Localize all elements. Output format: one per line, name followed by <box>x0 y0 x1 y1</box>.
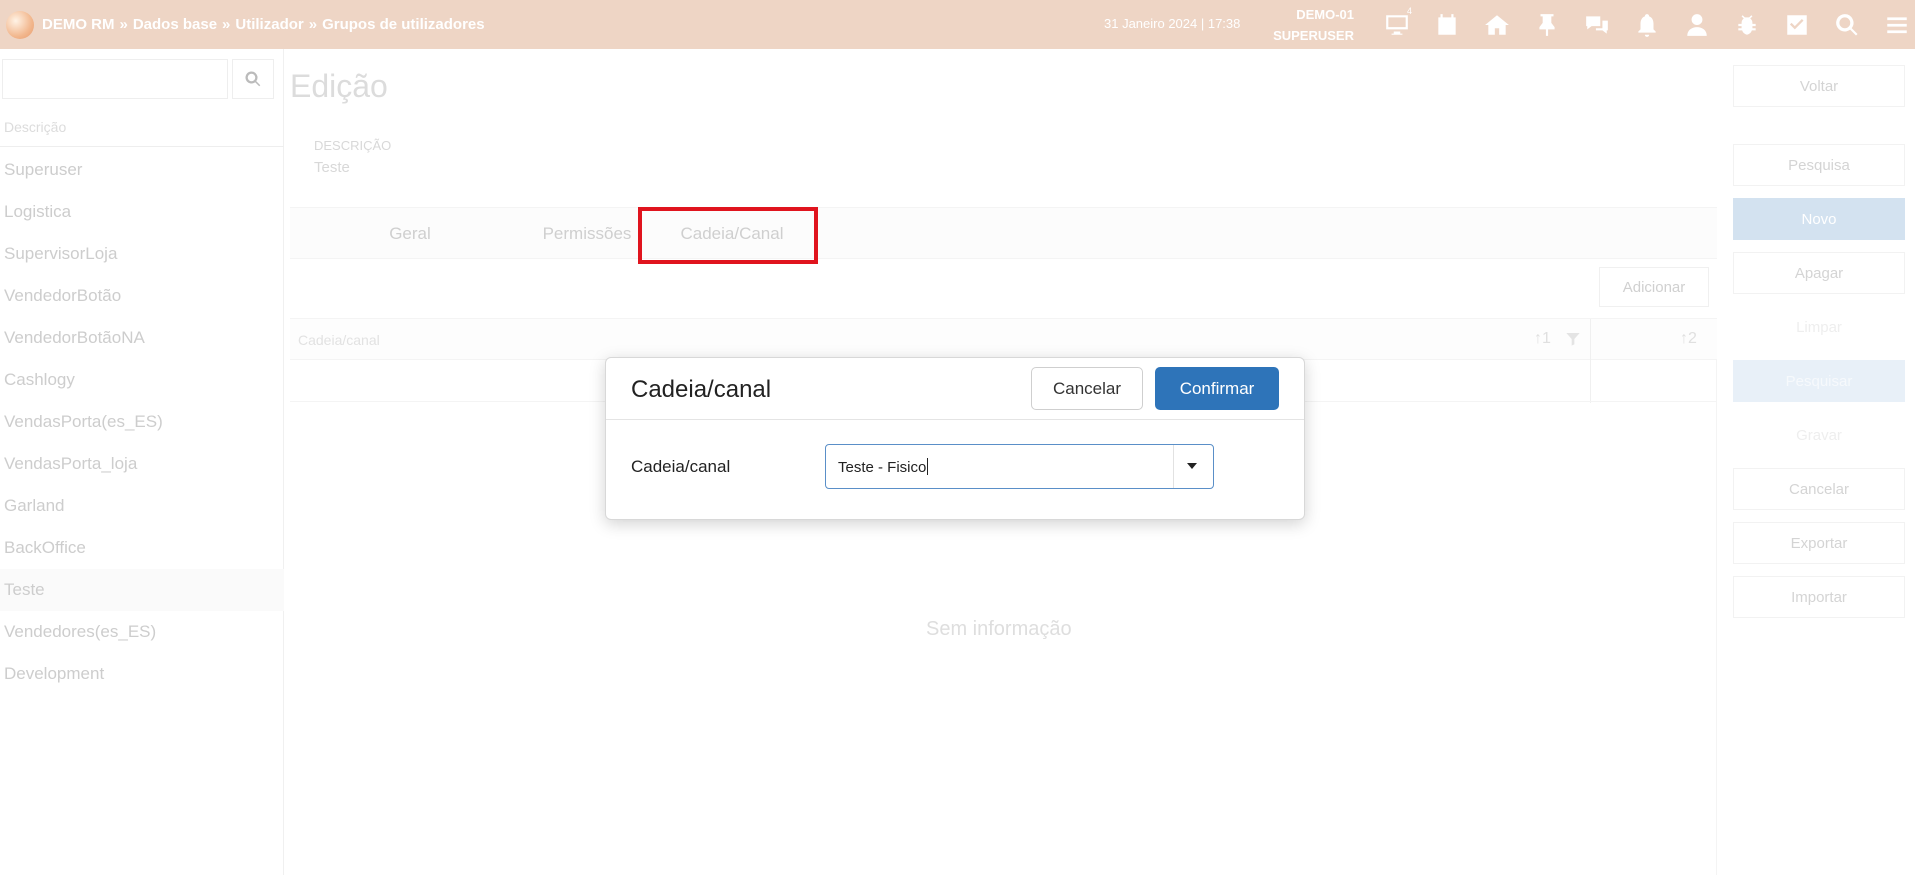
text-cursor <box>927 458 929 475</box>
grid-header: Cadeia/canal ↑1 ↑2 <box>290 318 1717 403</box>
toolbar-icons: 4 <box>1372 0 1915 49</box>
store-code: DEMO-01 <box>1296 7 1354 22</box>
grid-column-chain-channel[interactable]: Cadeia/canal <box>298 332 380 348</box>
breadcrumb-item-user-groups: Grupos de utilizadores <box>322 16 485 33</box>
bell-icon[interactable] <box>1622 0 1672 49</box>
session-info: DEMO-01 SUPERUSER <box>1262 4 1354 46</box>
sidebar-search-input[interactable] <box>2 59 228 99</box>
list-item[interactable]: Garland <box>0 485 284 527</box>
current-datetime: 31 Janeiro 2024 | 17:38 <box>1104 16 1241 31</box>
search-icon <box>245 71 261 87</box>
chain-channel-label: Cadeia/canal <box>631 457 731 476</box>
list-item[interactable]: BackOffice <box>0 527 284 569</box>
divider <box>0 146 284 147</box>
description-value: Teste <box>314 159 350 176</box>
breadcrumb-item-root[interactable]: DEMO RM <box>42 16 115 33</box>
tab-general[interactable]: Geral <box>330 208 490 260</box>
description-label: DESCRIÇÃO <box>314 138 392 153</box>
sidebar-search-button[interactable] <box>232 59 274 99</box>
breadcrumb-item-user[interactable]: Utilizador <box>235 16 303 33</box>
monitor-icon[interactable]: 4 <box>1372 0 1422 49</box>
menu-icon[interactable] <box>1872 0 1915 49</box>
list-item[interactable]: VendasPorta_loja <box>0 443 284 485</box>
import-button[interactable]: Importar <box>1733 576 1905 618</box>
add-button[interactable]: Adicionar <box>1599 267 1709 307</box>
clear-button[interactable]: Limpar <box>1733 306 1905 348</box>
breadcrumb-separator: » <box>119 16 128 33</box>
groups-sidebar: Descrição Superuser Logistica Supervisor… <box>0 49 284 875</box>
divider <box>1716 360 1717 875</box>
chain-channel-select[interactable]: Teste - Fisico <box>825 444 1214 489</box>
app-logo[interactable] <box>6 10 34 39</box>
bug-icon[interactable] <box>1722 0 1772 49</box>
sidebar-search <box>0 59 284 99</box>
search-mode-button[interactable]: Pesquisa <box>1733 144 1905 186</box>
breadcrumb-item-base-data[interactable]: Dados base <box>133 16 217 33</box>
delete-button[interactable]: Apagar <box>1733 252 1905 294</box>
list-item[interactable]: VendasPorta(es_ES) <box>0 401 284 443</box>
list-column-header[interactable]: Descrição <box>4 119 66 135</box>
sort-secondary-icon[interactable]: ↑2 <box>1680 330 1697 348</box>
page-title: Edição <box>290 68 388 104</box>
list-item[interactable]: Superuser <box>0 149 284 191</box>
user-icon[interactable] <box>1672 0 1722 49</box>
select-value-text: Teste - Fisico <box>838 459 927 476</box>
list-item[interactable]: VendedorBotãoNA <box>0 317 284 359</box>
back-button[interactable]: Voltar <box>1733 65 1905 107</box>
list-item[interactable]: Cashlogy <box>0 359 284 401</box>
save-button[interactable]: Gravar <box>1733 414 1905 456</box>
sort-ascending-icon[interactable]: ↑1 <box>1534 330 1551 348</box>
empty-state-text: Sem informação <box>926 618 1072 640</box>
new-button[interactable]: Novo <box>1733 198 1905 240</box>
list-item[interactable]: Development <box>0 653 284 695</box>
groups-list: Superuser Logistica SupervisorLoja Vende… <box>0 149 284 695</box>
export-button[interactable]: Exportar <box>1733 522 1905 564</box>
list-item[interactable]: VendedorBotão <box>0 275 284 317</box>
dialog-title: Cadeia/canal <box>631 376 772 403</box>
cancel-button[interactable]: Cancelar <box>1733 468 1905 510</box>
list-item[interactable]: Vendedores(es_ES) <box>0 611 284 653</box>
chain-channel-select-value[interactable]: Teste - Fisico <box>838 458 929 476</box>
top-bar: DEMO RM» Dados base» Utilizador» Grupos de … <box>0 0 1915 49</box>
divider <box>606 419 1304 420</box>
list-item-active[interactable]: Teste <box>0 569 284 611</box>
breadcrumb: DEMO RM» Dados base» Utilizador» Grupos de … <box>42 16 485 33</box>
tab-bar: Geral Permissões Cadeia/Canal <box>290 207 1717 259</box>
calendar-icon[interactable] <box>1422 0 1472 49</box>
checkbox-icon[interactable] <box>1772 0 1822 49</box>
breadcrumb-separator: » <box>308 16 318 33</box>
list-item[interactable]: Logistica <box>0 191 284 233</box>
search-icon[interactable] <box>1822 0 1872 49</box>
filter-icon[interactable] <box>1565 331 1581 347</box>
dialog-cancel-button[interactable]: Cancelar <box>1031 367 1143 410</box>
home-icon[interactable] <box>1472 0 1522 49</box>
tab-highlight-box <box>638 207 818 264</box>
user-name: SUPERUSER <box>1273 28 1354 43</box>
search-button[interactable]: Pesquisar <box>1733 360 1905 402</box>
chevron-down-icon[interactable] <box>1186 459 1198 471</box>
select-divider <box>1173 445 1174 488</box>
monitor-badge: 4 <box>1407 6 1413 16</box>
chat-icon[interactable] <box>1572 0 1622 49</box>
pin-icon[interactable] <box>1522 0 1572 49</box>
chain-channel-dialog: Cadeia/canal Cancelar Confirmar Cadeia/c… <box>605 357 1305 520</box>
list-item[interactable]: SupervisorLoja <box>0 233 284 275</box>
dialog-confirm-button[interactable]: Confirmar <box>1155 367 1279 410</box>
breadcrumb-separator: » <box>222 16 231 33</box>
